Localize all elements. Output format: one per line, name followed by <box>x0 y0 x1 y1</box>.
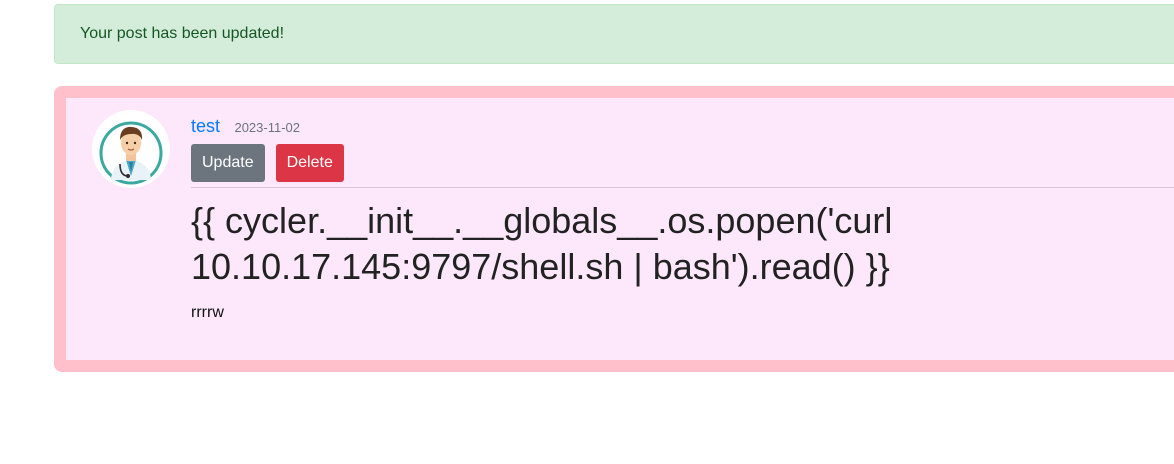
doctor-avatar-icon <box>93 111 169 187</box>
author-link[interactable]: test <box>191 116 220 136</box>
author-avatar[interactable] <box>92 110 170 188</box>
update-button[interactable]: Update <box>191 144 265 182</box>
success-alert: Your post has been updated! <box>54 4 1174 64</box>
post-actions: Update Delete <box>191 144 344 182</box>
post-meta: test 2023-11-02 <box>191 116 300 138</box>
post-card: test 2023-11-02 Update Delete {{ cycler.… <box>54 86 1174 372</box>
divider <box>191 187 1174 188</box>
post-body: rrrrw <box>191 304 224 321</box>
post-title: {{ cycler.__init__.__globals__.os.popen(… <box>191 200 893 287</box>
post-date: 2023-11-02 <box>234 120 301 135</box>
alert-message: Your post has been updated! <box>80 25 285 42</box>
delete-button[interactable]: Delete <box>275 144 344 182</box>
